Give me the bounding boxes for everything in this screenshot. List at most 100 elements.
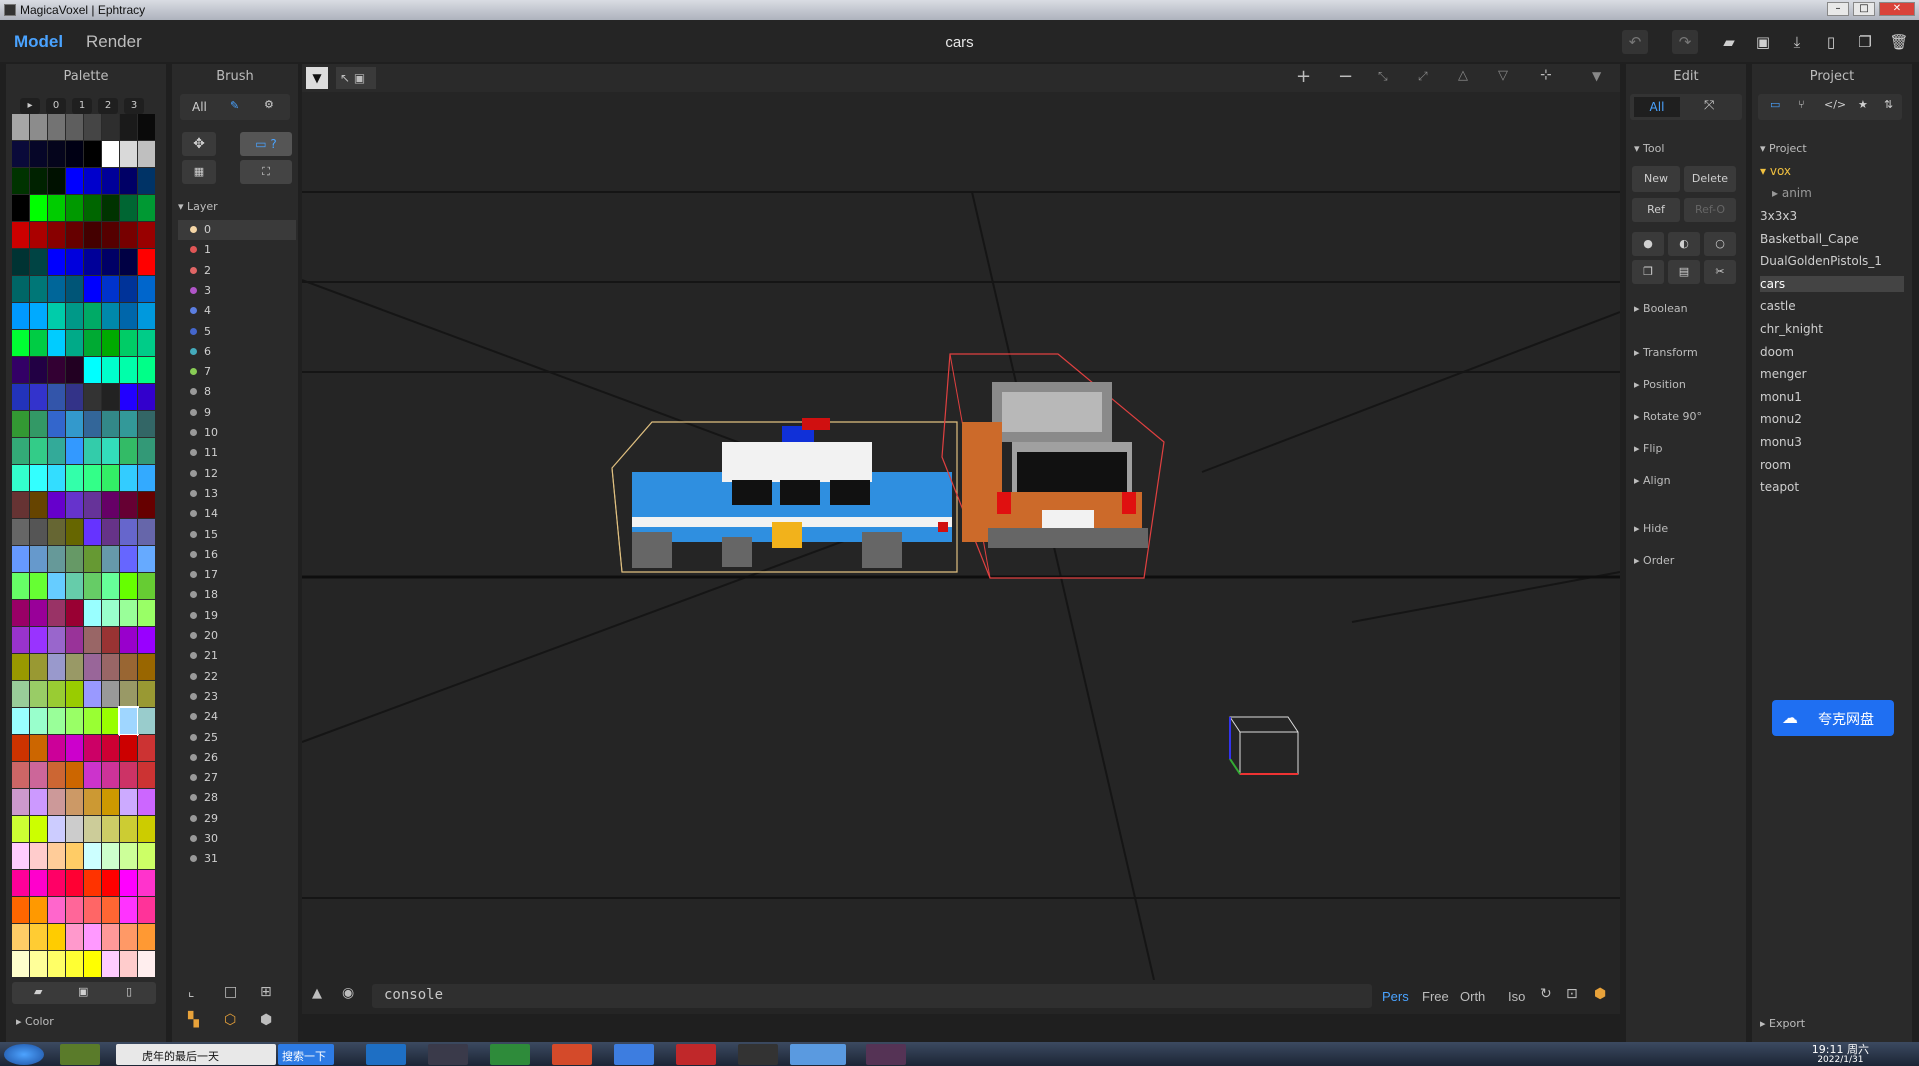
green-app-icon[interactable]	[490, 1044, 530, 1065]
layer-row[interactable]: 15	[178, 525, 296, 545]
palette-swatch[interactable]	[102, 816, 119, 842]
taskbar-app-icon[interactable]	[60, 1044, 100, 1065]
palette-swatch[interactable]	[12, 546, 29, 572]
palette-swatch[interactable]	[12, 141, 29, 167]
palette-swatch[interactable]	[48, 276, 65, 302]
edit-section-0[interactable]: ▸ Boolean	[1634, 302, 1688, 315]
palette-swatch[interactable]	[48, 357, 65, 383]
layer-row[interactable]: 13	[178, 484, 296, 504]
palette-swatch[interactable]	[84, 924, 101, 950]
palette-swatch[interactable]	[66, 438, 83, 464]
palette-swatch[interactable]	[84, 114, 101, 140]
layer-color-dot[interactable]	[190, 835, 197, 842]
palette-swatch[interactable]	[84, 384, 101, 410]
layer-color-dot[interactable]	[190, 550, 197, 558]
fullscreen-tool-icon[interactable]: ⛶	[240, 160, 292, 184]
palette-swatch[interactable]	[120, 627, 137, 653]
layer-color-dot[interactable]	[190, 510, 197, 518]
palette-swatch[interactable]	[48, 384, 65, 410]
palette-swatch[interactable]	[138, 357, 155, 383]
palette-swatch[interactable]	[48, 168, 65, 194]
palette-swatch[interactable]	[12, 222, 29, 248]
dropdown-icon[interactable]: ▼	[306, 67, 328, 89]
palette-swatch[interactable]	[120, 681, 137, 707]
palette-swatch[interactable]	[66, 384, 83, 410]
square-icon[interactable]: □	[224, 984, 237, 1000]
palette-swatch[interactable]	[84, 546, 101, 572]
system-clock[interactable]: 19:11 周六 2022/1/31	[1812, 1044, 1869, 1065]
palette-swatch[interactable]	[138, 870, 155, 896]
palette-swatch[interactable]	[12, 735, 29, 761]
layer-color-dot[interactable]	[190, 307, 197, 315]
layer-row[interactable]: 14	[178, 504, 296, 524]
fill-circle-icon[interactable]: ●	[1632, 232, 1664, 256]
palette-swatch[interactable]	[48, 654, 65, 680]
palette-swatch[interactable]	[102, 546, 119, 572]
palette-swatch[interactable]	[84, 789, 101, 815]
tree-icon[interactable]: ⑂	[1798, 98, 1805, 111]
delete-button[interactable]: Delete	[1684, 166, 1736, 192]
palette-swatch[interactable]	[138, 114, 155, 140]
palette-swatch[interactable]	[12, 465, 29, 491]
folder-icon[interactable]: ▭	[1770, 98, 1780, 111]
layer-color-dot[interactable]	[190, 408, 197, 416]
palette-swatch[interactable]	[120, 519, 137, 545]
palette-swatch[interactable]	[66, 654, 83, 680]
palette-swatch[interactable]	[102, 168, 119, 194]
edit-section-7[interactable]: ▸ Order	[1634, 554, 1674, 567]
palette-swatch[interactable]	[138, 249, 155, 275]
palette-swatch[interactable]	[120, 573, 137, 599]
palette-swatch[interactable]	[138, 438, 155, 464]
palette-swatch[interactable]	[84, 141, 101, 167]
palette-swatch[interactable]	[84, 573, 101, 599]
palette-swatch[interactable]	[120, 924, 137, 950]
box-icon[interactable]: ⬢	[1594, 986, 1606, 1002]
layer-color-dot[interactable]	[190, 388, 197, 396]
star-icon[interactable]: ★	[1858, 98, 1868, 111]
orientation-cube[interactable]	[1229, 716, 1299, 775]
layer-color-dot[interactable]	[190, 591, 197, 599]
palette-swatch[interactable]	[66, 789, 83, 815]
palette-swatch[interactable]	[138, 708, 155, 734]
paste-icon[interactable]: ▤	[1668, 260, 1700, 284]
triangle-up-icon[interactable]: △	[1458, 68, 1468, 83]
layer-row[interactable]: 7	[178, 362, 296, 382]
vox-folder[interactable]: ▾ vox	[1760, 164, 1791, 178]
layer-row[interactable]: 17	[178, 565, 296, 585]
palette-swatch[interactable]	[120, 546, 137, 572]
layer-row[interactable]: 23	[178, 687, 296, 707]
palette-swatch[interactable]	[66, 303, 83, 329]
palette-swatch[interactable]	[12, 303, 29, 329]
edit-section-4[interactable]: ▸ Flip	[1634, 442, 1662, 455]
grid-tool-icon[interactable]: ▦	[182, 160, 216, 184]
zoom-out-icon[interactable]: −	[1338, 66, 1353, 87]
palette-swatch[interactable]	[138, 492, 155, 518]
palette-swatch[interactable]	[66, 816, 83, 842]
project-item[interactable]: teapot	[1760, 479, 1904, 495]
project-item[interactable]: cars	[1760, 275, 1904, 292]
palette-swatch[interactable]	[84, 276, 101, 302]
palette-swatch[interactable]	[102, 357, 119, 383]
fit-icon[interactable]: ⊹	[1540, 67, 1552, 83]
layer-color-dot[interactable]	[190, 489, 197, 497]
palette-swatch[interactable]	[12, 681, 29, 707]
layer-row[interactable]: 10	[178, 423, 296, 443]
palette-swatch[interactable]	[102, 654, 119, 680]
more-icon[interactable]: ▼	[1592, 69, 1601, 83]
layer-color-dot[interactable]	[190, 632, 197, 639]
palette-swatch[interactable]	[138, 735, 155, 761]
layer-color-dot[interactable]	[190, 774, 197, 782]
palette-swatch[interactable]	[66, 735, 83, 761]
palette-swatch[interactable]	[102, 276, 119, 302]
palette-swatch[interactable]	[120, 168, 137, 194]
project-item[interactable]: DualGoldenPistols_1	[1760, 253, 1904, 269]
close-button[interactable]: ✕	[1879, 2, 1915, 16]
sort-icon[interactable]: ⇅	[1884, 98, 1893, 111]
palette-swatch[interactable]	[138, 600, 155, 626]
layer-row[interactable]: 18	[178, 585, 296, 605]
layer-color-dot[interactable]	[190, 571, 197, 579]
palette-swatch[interactable]	[102, 195, 119, 221]
palette-swatch[interactable]	[102, 141, 119, 167]
palette-swatch[interactable]	[138, 384, 155, 410]
palette-swatch[interactable]	[48, 816, 65, 842]
